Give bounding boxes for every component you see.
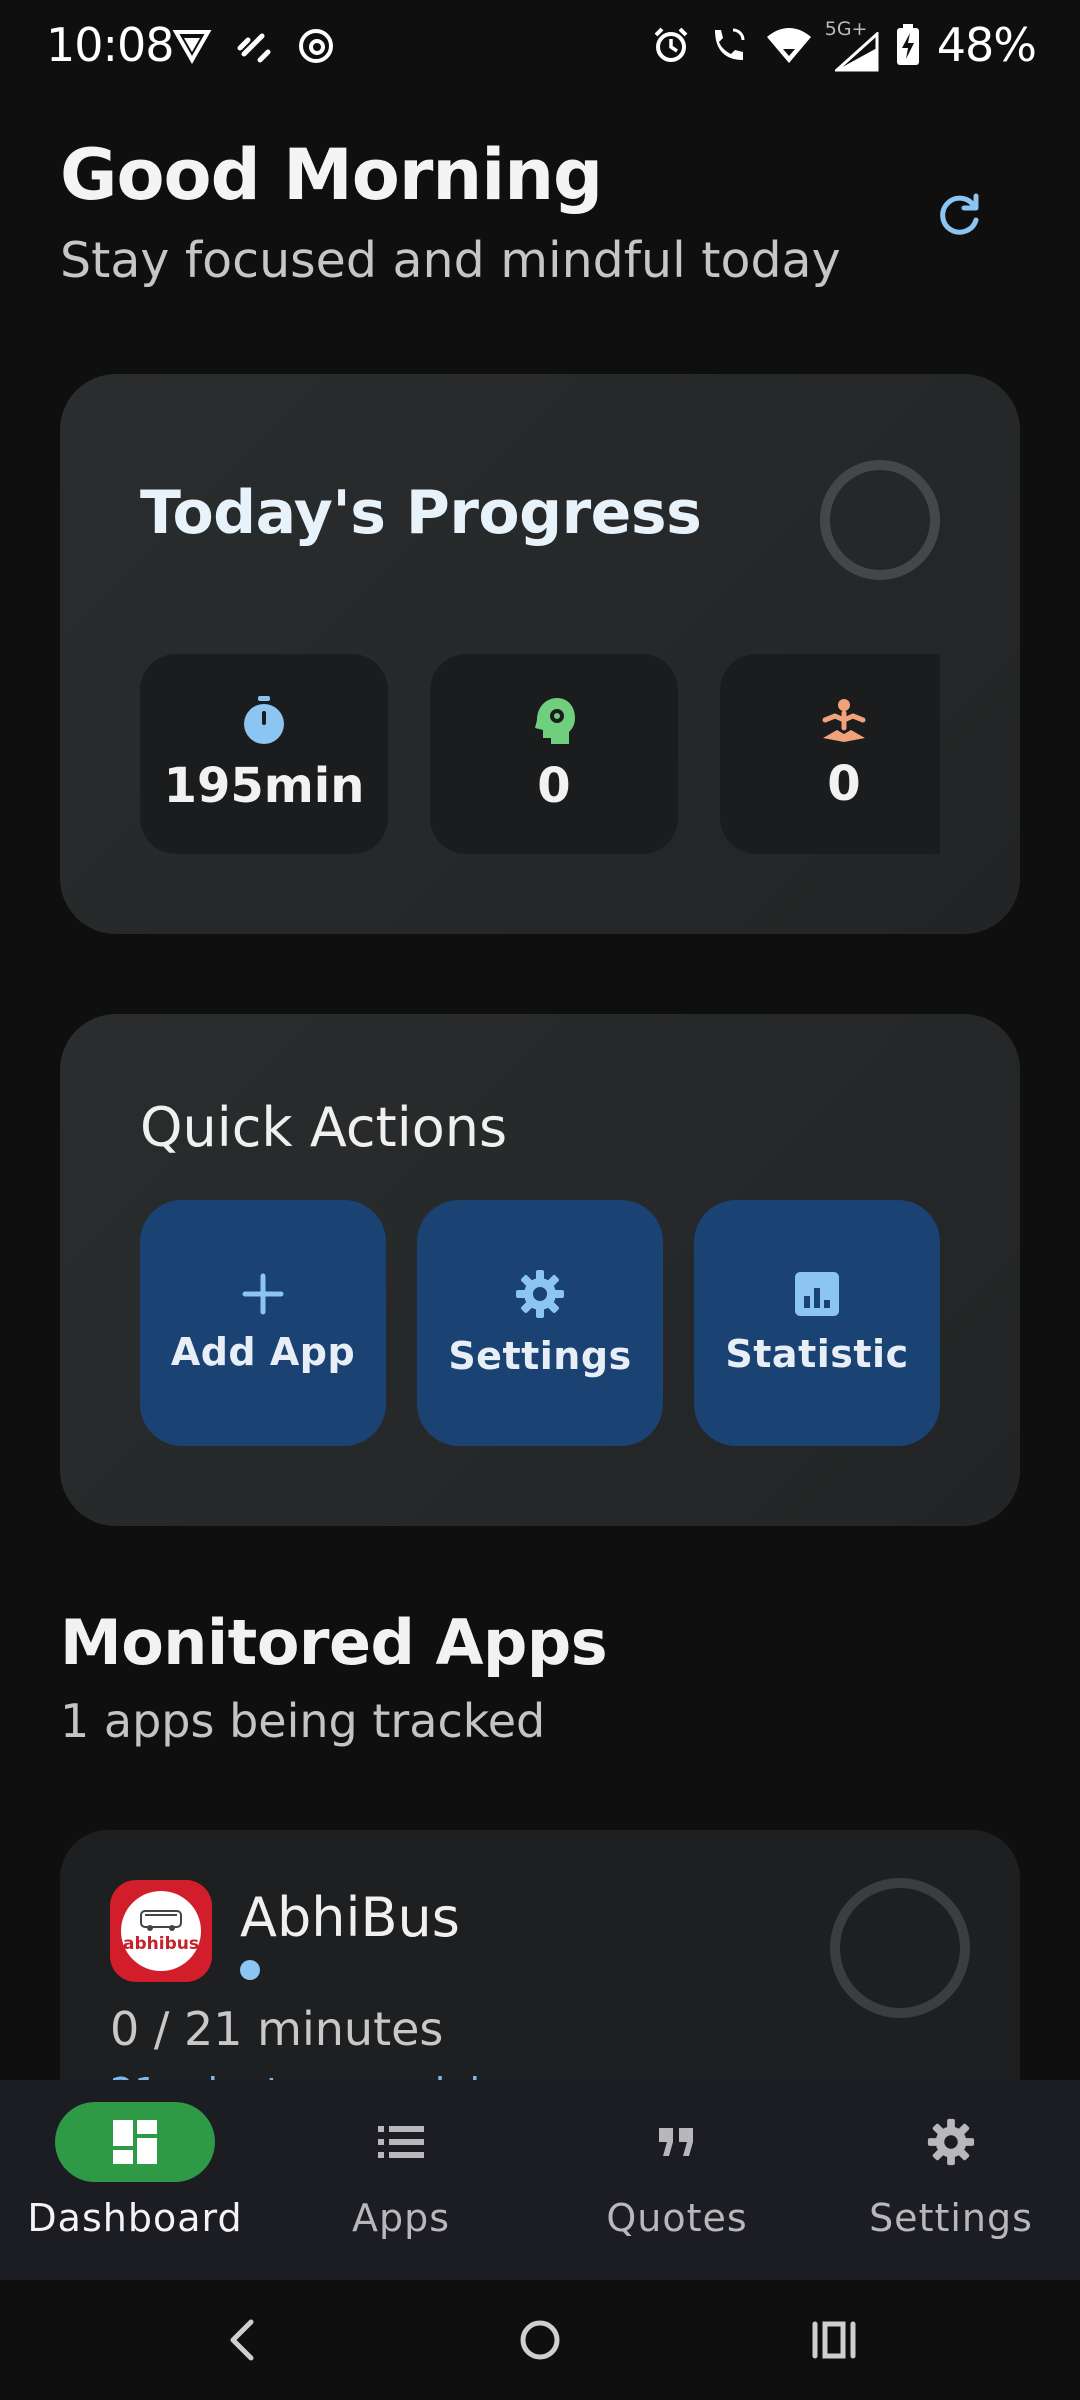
back-button[interactable] — [212, 2310, 272, 2370]
nav-item-quotes[interactable]: Quotes — [542, 2102, 812, 2272]
nav-item-settings[interactable]: Settings — [816, 2102, 1080, 2272]
progress-ring — [820, 460, 940, 580]
nav-label-dashboard: Dashboard — [27, 2196, 243, 2240]
cell-signal: 5G+ — [825, 18, 879, 72]
alarm-icon — [654, 27, 688, 62]
battery-charging-icon — [896, 24, 919, 65]
greeting-subtitle: Stay focused and mindful today — [60, 232, 841, 289]
nav-label-settings: Settings — [869, 2196, 1033, 2240]
abhibus-logo: abhibus — [121, 1891, 201, 1971]
nav-label-quotes: Quotes — [606, 2196, 748, 2240]
refresh-button[interactable] — [930, 186, 990, 246]
stat-value: 195min — [163, 758, 365, 814]
nav-icon-wrap — [321, 2102, 481, 2182]
statistic-button[interactable]: Statistic — [694, 1200, 940, 1446]
nav-icon-wrap — [597, 2102, 757, 2182]
quick-actions-card: Quick Actions Add App Settings Statistic — [60, 1014, 1020, 1526]
wifi-icon — [766, 28, 811, 63]
vpn-shield-icon — [172, 30, 212, 65]
nav-icon-wrap — [871, 2102, 1031, 2182]
monitored-apps-subtitle: 1 apps being tracked — [60, 1694, 546, 1748]
abhibus-app-icon: abhibus — [110, 1880, 212, 1982]
settings-action-label: Settings — [448, 1334, 632, 1378]
statistic-label: Statistic — [725, 1332, 909, 1376]
wifi-calling-icon — [714, 28, 745, 60]
stat-tile-focus-time: 195min — [140, 654, 388, 854]
app-name: AbhiBus — [240, 1886, 460, 1949]
home-icon — [520, 2320, 560, 2360]
add-app-button[interactable]: Add App — [140, 1200, 386, 1446]
app-status-dot — [240, 1960, 260, 1980]
stat-tile-meditation: 0 — [720, 654, 940, 854]
back-icon — [230, 2319, 254, 2361]
bar-chart-icon — [795, 1272, 839, 1316]
nav-label-apps: Apps — [351, 2196, 451, 2240]
threads-icon — [299, 29, 333, 63]
nav-item-apps[interactable]: Apps — [266, 2102, 536, 2272]
system-navigation-bar — [0, 2280, 1080, 2400]
link-icon — [237, 33, 271, 63]
add-app-label: Add App — [170, 1330, 356, 1374]
status-system-icons: 5G+ 48% — [651, 18, 1037, 72]
dashboard-icon — [113, 2120, 157, 2164]
refresh-icon — [940, 193, 979, 235]
bus-icon — [140, 1910, 182, 1931]
home-button[interactable] — [510, 2310, 570, 2370]
timer-icon — [244, 696, 284, 744]
bottom-navigation: Dashboard Apps Quotes Settings — [0, 2080, 1080, 2280]
gear-icon — [516, 1270, 564, 1318]
stat-tile-clip: 0 — [720, 654, 940, 854]
status-bar: 10:08 5G+ 48% — [0, 0, 1080, 96]
quick-actions-title: Quick Actions — [140, 1096, 508, 1159]
plus-icon — [242, 1273, 284, 1315]
stat-value: 0 — [827, 756, 861, 812]
battery-percent: 48% — [936, 18, 1037, 72]
greeting-title: Good Morning — [60, 134, 603, 216]
settings-action-button[interactable]: Settings — [417, 1200, 663, 1446]
status-notification-icons — [172, 26, 336, 66]
brain-gear-icon — [535, 698, 575, 744]
nav-item-dashboard[interactable]: Dashboard — [0, 2102, 270, 2272]
app-usage-ring — [830, 1878, 970, 2018]
monitored-apps-title: Monitored Apps — [60, 1606, 608, 1679]
progress-card: Today's Progress 195min 0 0 — [60, 374, 1020, 934]
stat-value: 0 — [537, 758, 571, 814]
app-usage-text: 0 / 21 minutes — [110, 2002, 444, 2056]
gear-icon — [927, 2118, 975, 2166]
meditation-icon — [822, 699, 866, 742]
stat-tile-mindful: 0 — [430, 654, 678, 854]
nav-active-indicator — [55, 2102, 215, 2182]
progress-title: Today's Progress — [140, 478, 702, 548]
abhibus-logo-text: abhibus — [123, 1934, 199, 1954]
cell-signal-icon — [834, 32, 879, 72]
status-time: 10:08 — [46, 18, 175, 72]
quote-icon — [659, 2128, 693, 2156]
recents-icon — [812, 2321, 856, 2359]
recents-button[interactable] — [804, 2310, 864, 2370]
list-icon — [378, 2126, 424, 2158]
